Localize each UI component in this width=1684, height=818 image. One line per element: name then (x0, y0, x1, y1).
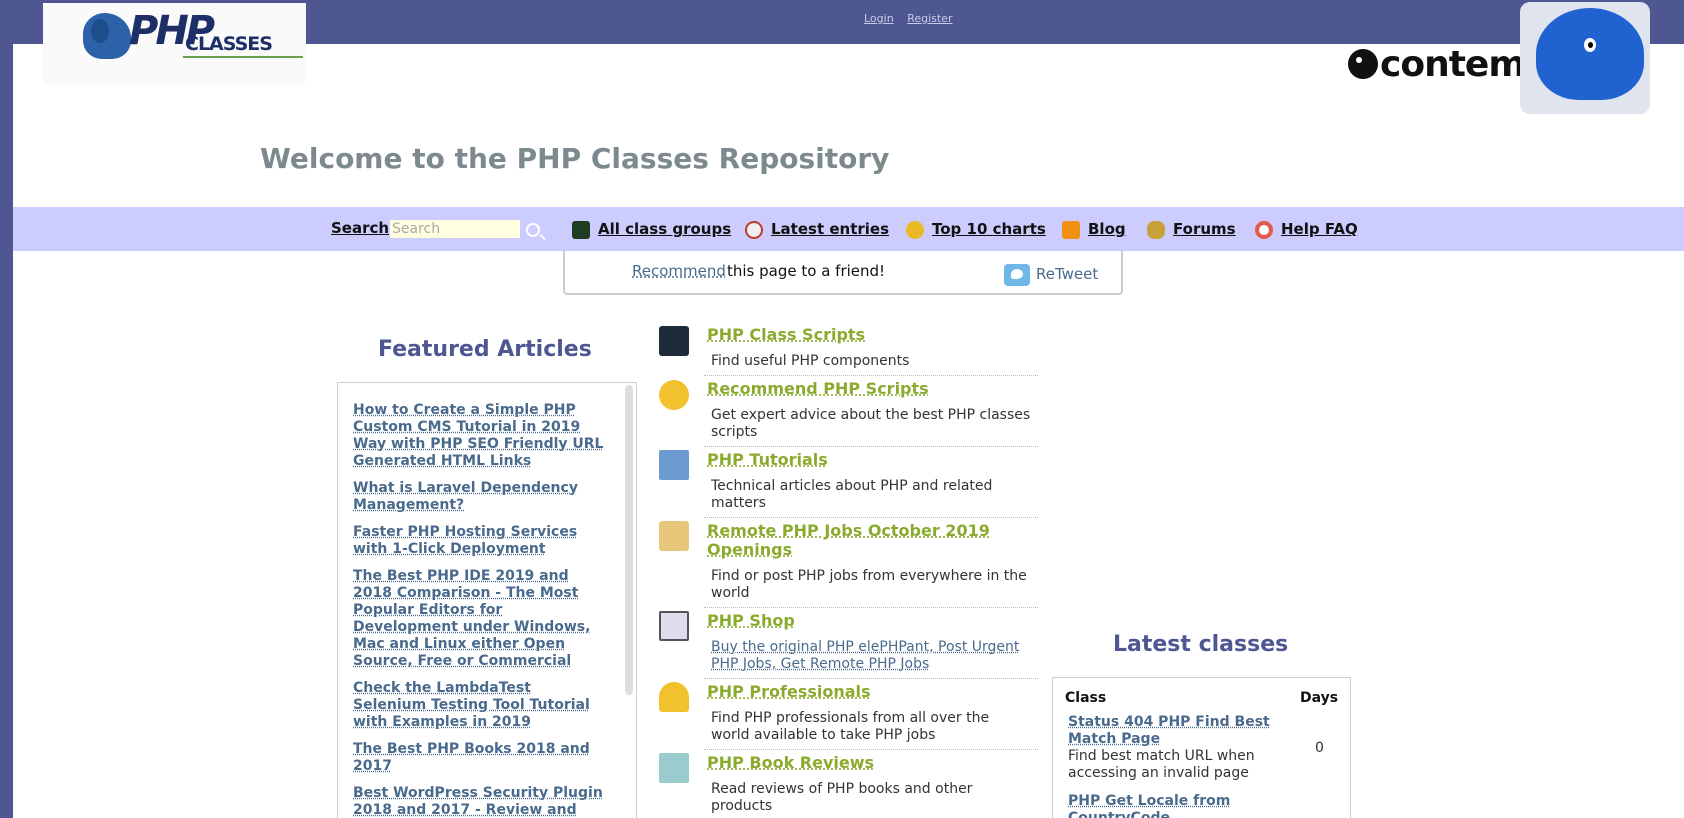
category-description: Find PHP professionals from all over the… (711, 710, 990, 743)
featured-article[interactable]: The Best PHP IDE 2019 and 2018 Compariso… (353, 568, 608, 670)
latest-classes-title: Latest classes (1113, 632, 1289, 657)
category-php-book-reviews[interactable]: PHP Book Reviews (707, 753, 1007, 772)
featured-article[interactable]: How to Create a Simple PHP Custom CMS Tu… (353, 402, 608, 470)
category-divider (704, 678, 1038, 679)
category-description: Technical articles about PHP and related… (711, 478, 993, 511)
elephant-body-icon (1536, 8, 1644, 100)
category-recommend-php-scripts[interactable]: Recommend PHP Scripts (707, 379, 1007, 398)
category-php-tutorials[interactable]: PHP Tutorials (707, 450, 1007, 469)
latest-column-days: Days (1300, 690, 1339, 706)
featured-articles-title: Featured Articles (378, 337, 592, 362)
search-icon[interactable] (526, 223, 540, 237)
recommend-link[interactable]: Recommend (632, 262, 726, 280)
latest-class-name[interactable]: PHP Get Locale from CountryCode (1068, 793, 1298, 818)
nav-forums[interactable]: Forums (1173, 220, 1236, 238)
star-icon (659, 380, 689, 410)
featured-article[interactable]: Check the LambdaTest Selenium Testing To… (353, 680, 608, 731)
retweet-link[interactable]: ReTweet (1036, 265, 1098, 283)
nav-blog[interactable]: Blog (1088, 220, 1126, 238)
category-description: Get expert advice about the best PHP cla… (711, 407, 1031, 440)
recommend-text: this page to a friend! (727, 262, 886, 280)
forum-users-icon (1147, 221, 1165, 239)
featured-article[interactable]: The Best PHP Books 2018 and 2017 (353, 741, 608, 775)
search-label: Search (331, 219, 390, 237)
elephant-eye-icon (1584, 38, 1596, 52)
page-title: Welcome to the PHP Classes Repository (260, 142, 890, 175)
category-php-professionals[interactable]: PHP Professionals (707, 682, 1007, 701)
site-logo[interactable]: PHP CLASSES (43, 3, 306, 85)
shop-icon (659, 611, 689, 641)
login-link[interactable]: Login (864, 12, 894, 25)
category-php-shop[interactable]: PHP Shop (707, 611, 1007, 630)
featured-scrollbar[interactable] (625, 385, 633, 695)
books-icon (659, 450, 689, 480)
medal-star-icon (659, 682, 689, 712)
elephant-mascot (1520, 2, 1650, 114)
featured-article[interactable]: What is Laravel Dependency Management? (353, 480, 608, 514)
latest-column-class: Class (1065, 690, 1107, 706)
nav-top-10-charts[interactable]: Top 10 charts (932, 220, 1046, 238)
category-divider (704, 749, 1038, 750)
category-description: Read reviews of PHP books and other prod… (711, 781, 973, 814)
briefcase-search-icon (659, 521, 689, 551)
lifebuoy-icon (1255, 221, 1273, 239)
category-divider (704, 375, 1038, 376)
sponsor-logo[interactable]: contem (1348, 44, 1526, 85)
contem-logo-icon (1348, 49, 1378, 79)
featured-article[interactable]: Faster PHP Hosting Services with 1-Click… (353, 524, 608, 558)
category-remote-php-jobs[interactable]: Remote PHP Jobs October 2019 Openings (707, 521, 1007, 559)
bookshelf-icon (659, 753, 689, 783)
category-description-link[interactable]: Buy the original PHP elePHPant, Post Urg… (711, 639, 1031, 673)
category-php-class-scripts[interactable]: PHP Class Scripts (707, 325, 1007, 344)
latest-class-days: 0 (1315, 740, 1324, 756)
category-description: Find or post PHP jobs from everywhere in… (711, 568, 1027, 601)
sponsor-name: contem (1380, 44, 1526, 85)
rss-icon (1062, 221, 1080, 239)
category-divider (704, 517, 1038, 518)
twitter-icon[interactable] (1004, 264, 1030, 286)
search-input[interactable] (390, 220, 520, 238)
featured-article[interactable]: Best WordPress Security Plugin 2018 and … (353, 785, 608, 818)
terminal-icon (572, 221, 590, 239)
logo-underline (183, 56, 303, 58)
logo-classes-text: CLASSES (185, 33, 273, 55)
nav-help-faq[interactable]: Help FAQ (1281, 220, 1358, 238)
nav-all-class-groups[interactable]: All class groups (598, 220, 731, 238)
category-divider (704, 446, 1038, 447)
terminal-icon (659, 326, 689, 356)
latest-class-name[interactable]: Status 404 PHP Find Best Match Page (1068, 714, 1298, 748)
new-entries-icon (745, 221, 763, 239)
account-links: Login Register (864, 12, 962, 25)
category-description: Find useful PHP components (711, 353, 910, 369)
elephant-ear-icon (91, 19, 109, 43)
medal-icon (906, 221, 924, 239)
register-link[interactable]: Register (907, 12, 952, 25)
category-divider (704, 607, 1038, 608)
nav-latest-entries[interactable]: Latest entries (771, 220, 889, 238)
latest-class-description: Find best match URL when accessing an in… (1068, 748, 1255, 781)
